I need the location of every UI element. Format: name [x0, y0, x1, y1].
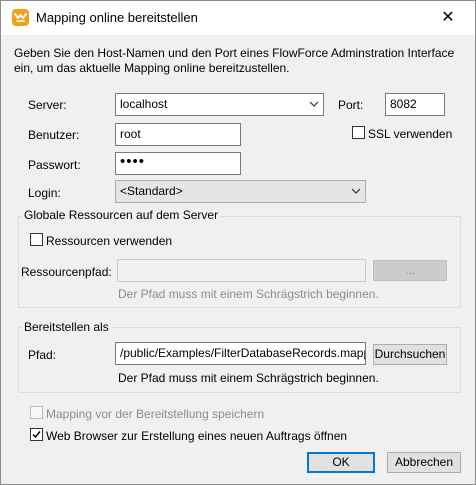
- user-label: Benutzer:: [28, 128, 80, 142]
- mapforce-app-icon: [12, 9, 29, 26]
- login-label: Login:: [28, 186, 61, 200]
- chevron-down-icon: [351, 188, 361, 194]
- deploy-path-hint: Der Pfad muss mit einem Schrägstrich beg…: [118, 371, 379, 385]
- deploy-path-label: Pfad:: [28, 348, 57, 362]
- cancel-button[interactable]: Abbrechen: [387, 452, 461, 473]
- resource-path-hint: Der Pfad muss mit einem Schrägstrich beg…: [118, 287, 379, 301]
- login-value: <Standard>: [120, 184, 183, 198]
- global-resources-title: Globale Ressourcen auf dem Server: [22, 208, 221, 222]
- port-input[interactable]: 8082: [385, 93, 445, 116]
- deploy-title: Bereitstellen als: [22, 320, 111, 334]
- deploy-path-input[interactable]: /public/Examples/FilterDatabaseRecords.m…: [115, 342, 366, 365]
- ssl-label: SSL verwenden: [368, 127, 453, 141]
- use-resources-label: Ressourcen verwenden: [46, 234, 173, 248]
- resource-path-label: Ressourcenpfad:: [21, 265, 112, 279]
- save-before-deploy-checkbox[interactable]: [30, 406, 43, 419]
- intro-text: Geben Sie den Host-Namen und den Port ei…: [14, 46, 455, 75]
- chevron-down-icon: [309, 101, 319, 107]
- password-input[interactable]: ••••: [115, 152, 241, 175]
- dialog-window: Mapping online bereitstellen ✕ Geben Sie…: [0, 0, 476, 485]
- ssl-checkbox[interactable]: [352, 126, 365, 139]
- server-combobox[interactable]: localhost: [115, 93, 324, 116]
- save-before-deploy-label: Mapping vor der Bereitstellung speichern: [46, 407, 265, 421]
- checkmark-icon: [32, 431, 41, 439]
- resource-browse-button[interactable]: ...: [373, 260, 447, 281]
- password-label: Passwort:: [28, 158, 81, 172]
- resource-path-input[interactable]: [117, 259, 366, 282]
- use-resources-checkbox[interactable]: [30, 233, 43, 246]
- close-icon[interactable]: ✕: [421, 1, 475, 35]
- browse-button[interactable]: Durchsuchen: [373, 344, 447, 365]
- server-label: Server:: [28, 98, 67, 112]
- title-bar: Mapping online bereitstellen ✕: [1, 1, 475, 35]
- open-browser-checkbox[interactable]: [30, 428, 43, 441]
- login-combobox[interactable]: <Standard>: [115, 180, 366, 203]
- server-value: localhost: [120, 97, 168, 111]
- ok-button[interactable]: OK: [307, 452, 375, 473]
- open-browser-label: Web Browser zur Erstellung eines neuen A…: [46, 429, 348, 443]
- user-input[interactable]: root: [115, 123, 241, 146]
- window-title: Mapping online bereitstellen: [36, 10, 198, 25]
- port-label: Port:: [338, 98, 364, 112]
